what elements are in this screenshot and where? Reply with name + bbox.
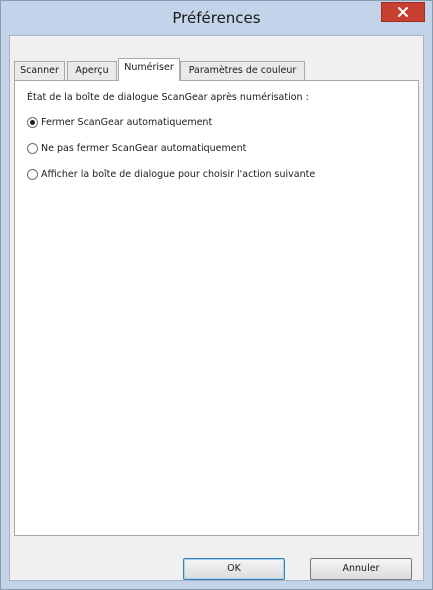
dialog-title: Préférences [172, 9, 261, 27]
ok-button[interactable]: OK [183, 558, 285, 580]
option-fermer-automatiquement[interactable]: Fermer ScanGear automatiquement [27, 115, 212, 129]
radio-button[interactable] [27, 168, 38, 180]
tab-panel-numeriser: État de la boîte de dialogue ScanGear ap… [14, 80, 419, 536]
radio-button[interactable] [27, 116, 38, 128]
option-afficher-boite-dialogue[interactable]: Afficher la boîte de dialogue pour chois… [27, 167, 315, 181]
option-label: Afficher la boîte de dialogue pour chois… [41, 168, 316, 180]
dialog-client-area: Scanner Aperçu Numériser Paramètres de c… [9, 35, 424, 581]
option-ne-pas-fermer[interactable]: Ne pas fermer ScanGear automatiquement [27, 141, 246, 155]
tab-apercu[interactable]: Aperçu [67, 61, 117, 80]
cancel-button[interactable]: Annuler [310, 558, 412, 580]
tab-numeriser[interactable]: Numériser [118, 58, 180, 81]
tab-scanner[interactable]: Scanner [14, 61, 65, 80]
close-icon [398, 7, 408, 17]
option-label: Fermer ScanGear automatiquement [41, 116, 213, 128]
option-label: Ne pas fermer ScanGear automatiquement [41, 142, 247, 154]
preferences-dialog: Préférences Scanner Aperçu Numériser Par… [0, 0, 433, 590]
scangear-state-label: État de la boîte de dialogue ScanGear ap… [27, 92, 309, 103]
title-bar[interactable]: Préférences [1, 1, 432, 35]
radio-button[interactable] [27, 142, 38, 154]
close-button[interactable] [381, 2, 425, 22]
tab-parametres-de-couleur[interactable]: Paramètres de couleur [180, 61, 305, 80]
